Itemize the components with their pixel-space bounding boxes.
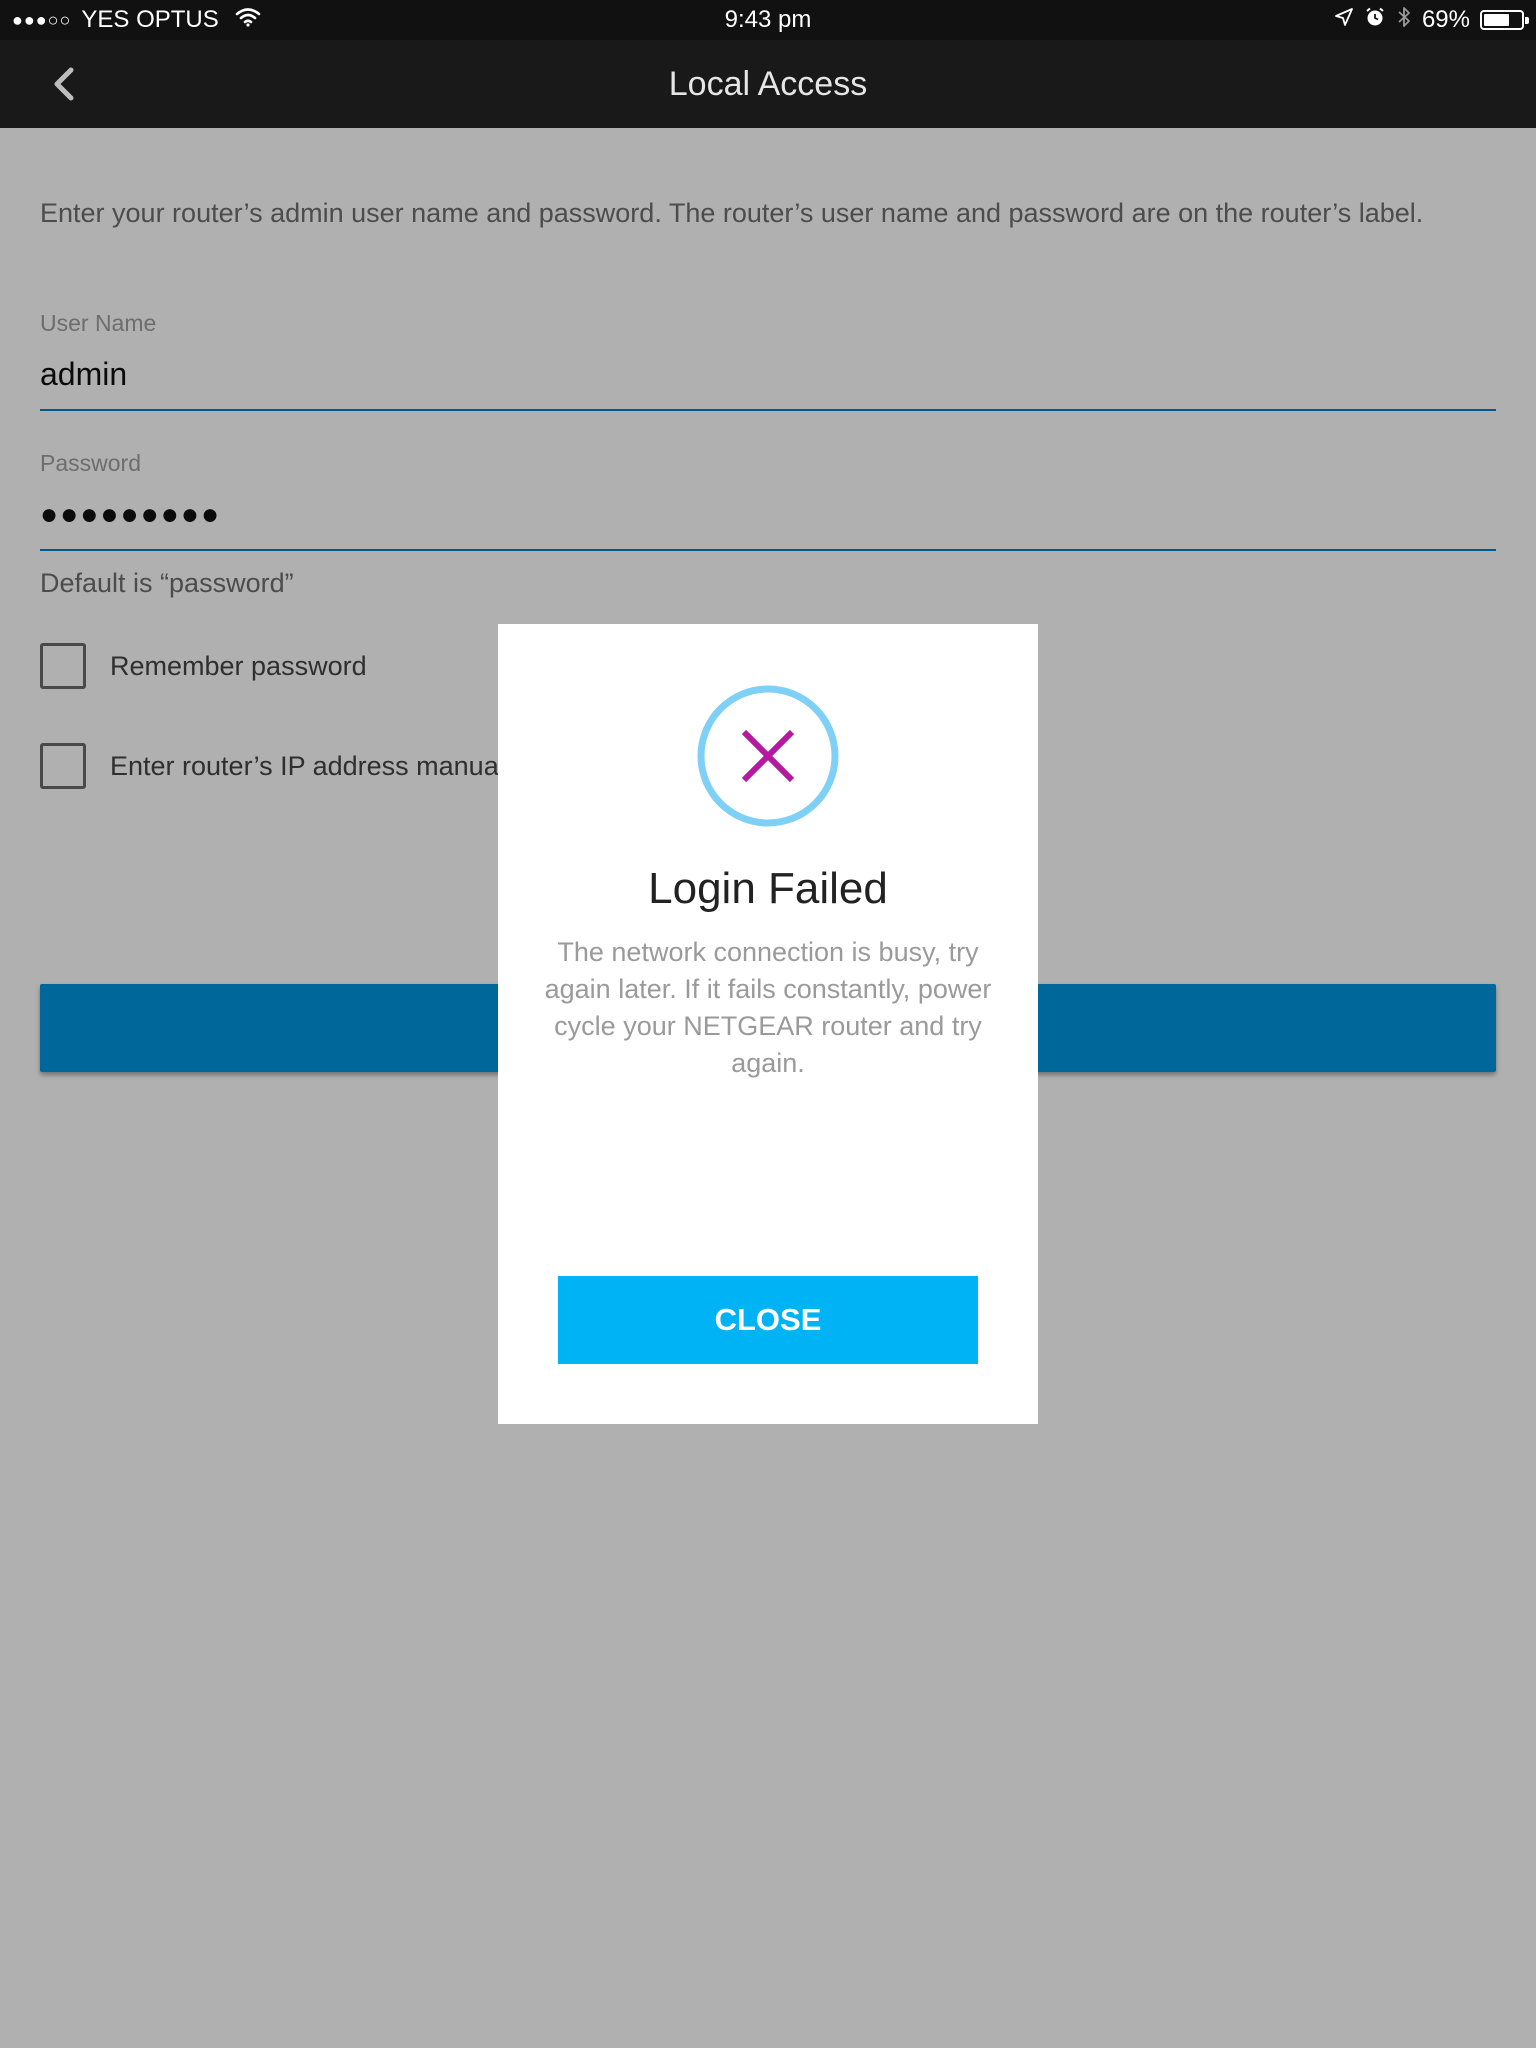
status-time: 9:43 pm xyxy=(724,6,812,33)
close-button[interactable]: CLOSE xyxy=(558,1276,978,1364)
login-failed-dialog: Login Failed The network connection is b… xyxy=(498,624,1038,1424)
page-title: Local Access xyxy=(668,65,868,103)
alarm-icon xyxy=(1364,6,1386,35)
battery-fill xyxy=(1484,14,1509,26)
battery-percent: 69% xyxy=(1421,6,1470,33)
location-arrow-icon xyxy=(1334,6,1354,34)
error-x-icon xyxy=(696,684,840,828)
dialog-message: The network connection is busy, try agai… xyxy=(544,937,992,1078)
dialog-title: Login Failed xyxy=(648,864,888,913)
bluetooth-icon xyxy=(1396,5,1412,36)
status-bar: ●●●○○ YES OPTUS 9:43 pm 69% xyxy=(0,0,1536,40)
status-right: 69% xyxy=(1334,0,1529,40)
nav-bar: Local Access xyxy=(0,40,1536,128)
battery-tip xyxy=(1525,17,1529,24)
battery-icon xyxy=(1480,10,1529,30)
